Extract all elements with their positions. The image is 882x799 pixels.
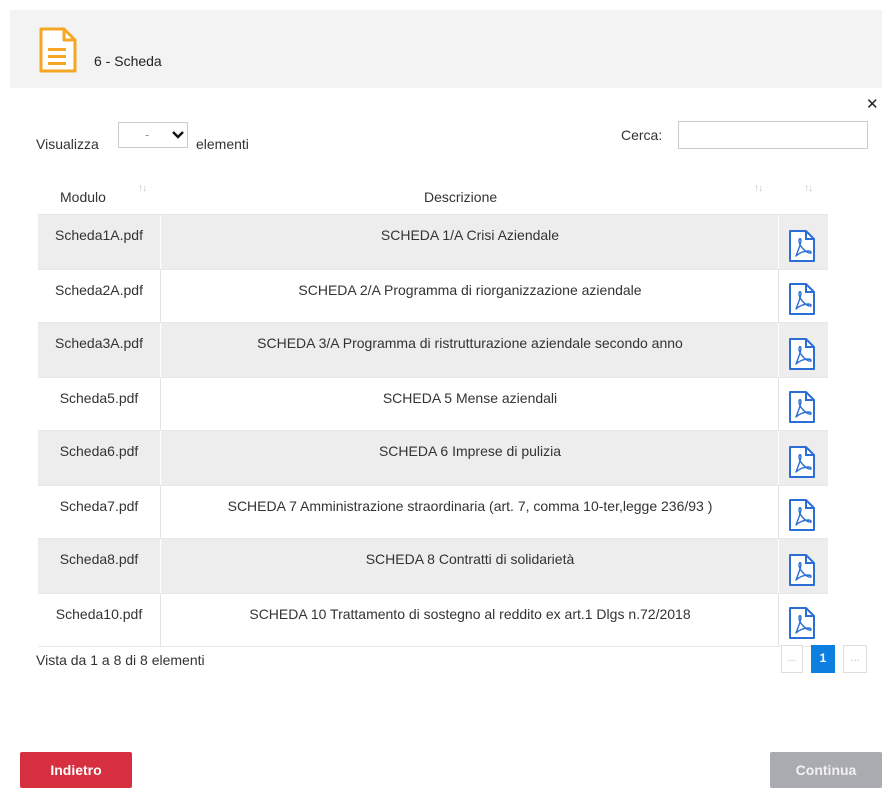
table-row: Scheda5.pdf SCHEDA 5 Mense aziendali	[38, 378, 828, 431]
column-divider	[160, 594, 161, 646]
length-label: Visualizza	[36, 136, 99, 152]
table-body: Scheda1A.pdf SCHEDA 1/A Crisi Aziendale Sc…	[38, 215, 828, 647]
cell-modulo: Scheda8.pdf	[59, 551, 139, 567]
pagination-prev[interactable]: ...	[781, 645, 803, 673]
length-suffix: elementi	[196, 136, 249, 152]
length-select-value: -	[145, 127, 150, 142]
cell-modulo: Scheda1A.pdf	[55, 227, 143, 243]
modal-header: 6 - Scheda	[10, 10, 882, 88]
table-info: Vista da 1 a 8 di 8 elementi	[36, 652, 205, 668]
modal-title: 6 - Scheda	[94, 53, 162, 69]
pdf-download-icon[interactable]	[788, 390, 816, 424]
back-button[interactable]: Indietro	[20, 752, 132, 788]
table-row: Scheda10.pdf SCHEDA 10 Trattamento di sos…	[38, 594, 828, 647]
cell-descrizione: SCHEDA 6 Imprese di pulizia	[378, 443, 562, 459]
cell-modulo: Scheda6.pdf	[59, 443, 139, 459]
table-row: Scheda8.pdf SCHEDA 8 Contratti di solidar…	[38, 539, 828, 594]
column-divider	[778, 215, 779, 269]
column-divider	[160, 431, 161, 485]
cell-modulo: Scheda10.pdf	[55, 606, 143, 622]
cell-modulo: Scheda2A.pdf	[55, 282, 143, 298]
cell-descrizione: SCHEDA 10 Trattamento di sostegno al red…	[249, 606, 691, 622]
pdf-download-icon[interactable]	[788, 229, 816, 263]
column-divider	[160, 270, 161, 322]
cell-descrizione: SCHEDA 8 Contratti di solidarietà	[365, 551, 575, 567]
table-row: Scheda2A.pdf SCHEDA 2/A Programma di rior…	[38, 270, 828, 323]
chevron-down-icon	[172, 131, 184, 139]
column-divider	[160, 215, 161, 269]
table-row: Scheda1A.pdf SCHEDA 1/A Crisi Aziendale	[38, 215, 828, 270]
table-row: Scheda6.pdf SCHEDA 6 Imprese di pulizia	[38, 431, 828, 486]
column-header-modulo[interactable]: Modulo ↑↓	[38, 180, 160, 214]
pdf-download-icon[interactable]	[788, 498, 816, 532]
cell-modulo: Scheda5.pdf	[59, 390, 139, 406]
pdf-download-icon[interactable]	[788, 445, 816, 479]
pdf-download-icon[interactable]	[788, 606, 816, 640]
column-divider	[778, 539, 779, 593]
pagination-next[interactable]: ...	[843, 645, 867, 673]
column-divider	[160, 378, 161, 430]
column-divider	[778, 486, 779, 538]
table-header: Modulo ↑↓ Descrizione ↑↓ ↑↓	[38, 180, 828, 215]
column-divider	[778, 270, 779, 322]
pagination-page[interactable]: 1	[811, 645, 835, 673]
cell-descrizione: SCHEDA 2/A Programma di riorganizzazione…	[298, 282, 642, 298]
sort-icon: ↑↓	[138, 183, 147, 194]
sort-icon: ↑↓	[754, 183, 763, 194]
search-label: Cerca:	[621, 127, 663, 143]
sort-icon: ↑↓	[804, 183, 813, 194]
column-divider	[160, 323, 161, 377]
cell-modulo: Scheda7.pdf	[59, 498, 139, 514]
data-table: Modulo ↑↓ Descrizione ↑↓ ↑↓ Scheda1A.pdf…	[38, 180, 828, 647]
column-divider	[160, 486, 161, 538]
column-divider	[778, 378, 779, 430]
cell-descrizione: SCHEDA 5 Mense aziendali	[382, 390, 558, 406]
pdf-download-icon[interactable]	[788, 553, 816, 587]
search-input[interactable]	[678, 121, 868, 149]
close-icon[interactable]: ✕	[866, 96, 879, 114]
cell-descrizione: SCHEDA 3/A Programma di ristrutturazione…	[257, 335, 683, 351]
table-row: Scheda7.pdf SCHEDA 7 Amministrazione stra…	[38, 486, 828, 539]
column-divider	[778, 594, 779, 646]
column-header-file[interactable]: ↑↓	[780, 180, 828, 214]
cell-descrizione: SCHEDA 7 Amministrazione straordinaria (…	[227, 498, 713, 514]
cell-descrizione: SCHEDA 1/A Crisi Aziendale	[380, 227, 560, 243]
column-divider	[778, 323, 779, 377]
document-icon	[39, 27, 77, 73]
table-row: Scheda3A.pdf SCHEDA 3/A Programma di rist…	[38, 323, 828, 378]
length-select[interactable]: -	[118, 122, 188, 148]
column-header-descrizione[interactable]: Descrizione ↑↓	[162, 180, 778, 214]
pdf-download-icon[interactable]	[788, 337, 816, 371]
continue-button[interactable]: Continua	[770, 752, 882, 788]
column-divider	[160, 539, 161, 593]
pdf-download-icon[interactable]	[788, 282, 816, 316]
cell-modulo: Scheda3A.pdf	[55, 335, 143, 351]
column-divider	[778, 431, 779, 485]
